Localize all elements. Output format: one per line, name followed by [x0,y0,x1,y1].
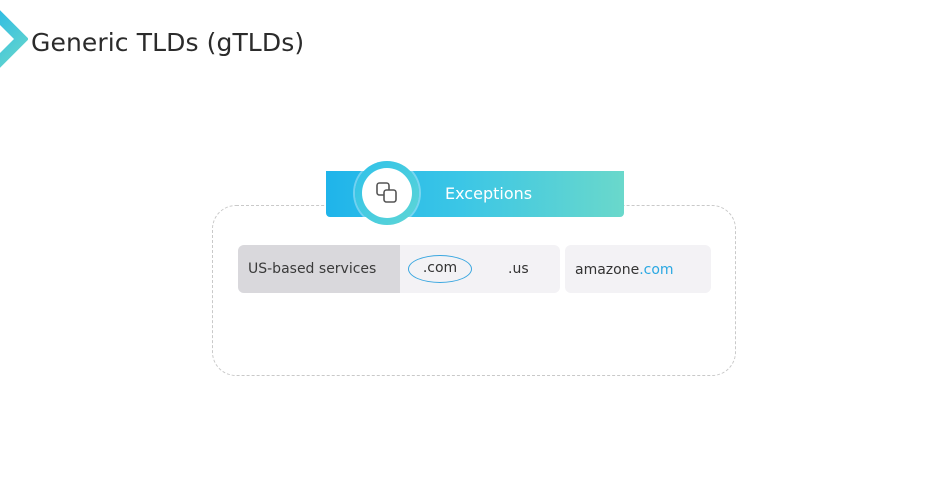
example-domain-name: amazone [575,262,640,278]
badge-inner [362,168,412,218]
page-title: Generic TLDs (gTLDs) [31,28,305,57]
ribbon-label: Exceptions [445,184,533,203]
tld-com-circled: .com [408,255,472,283]
tld-us: .us [508,261,529,277]
example-domain-box: amazone.com [565,245,711,293]
rule-row-label: US-based services [238,245,400,293]
rule-row: US-based services .com .us [238,245,560,293]
exceptions-badge [355,161,419,225]
brand-logo-icon [0,10,28,68]
example-domain-tld: .com [639,262,674,278]
copy-squares-icon [376,182,397,203]
